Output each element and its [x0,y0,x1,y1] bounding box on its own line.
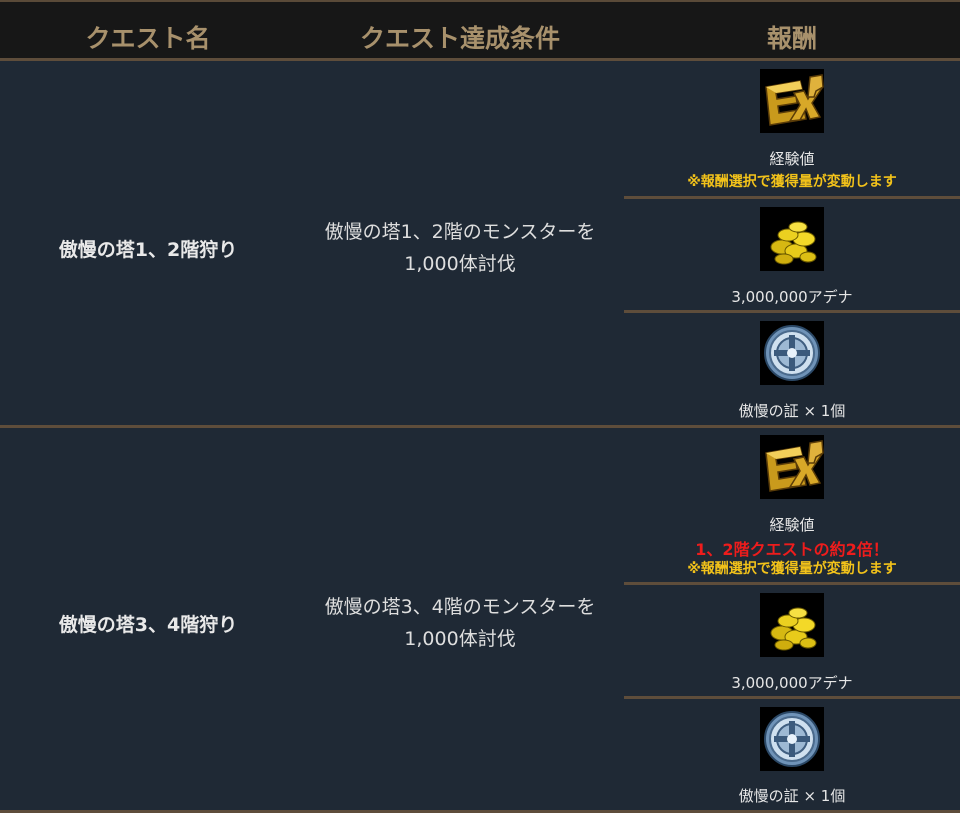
reward-label: 3,000,000アデナ [731,674,853,692]
header-quest-name: クエスト名 [85,24,211,53]
reward-label: 傲慢の証 × 1個 [738,402,846,420]
reward-bonus-note: 1、2階クエストの約2倍！ [695,540,889,559]
reward-label: 3,000,000アデナ [731,288,853,306]
reward-cell-proof: 傲慢の証 × 1個 [624,313,960,425]
header-reward: 報酬 [766,24,817,53]
reward-note: ※報酬選択で獲得量が変動します [687,174,897,190]
exp-icon [760,69,824,133]
quest-condition: 傲慢の塔1、2階のモンスターを 1,000体討伐 [296,216,624,280]
reward-label: 傲慢の証 × 1個 [738,787,846,805]
proof-of-arrogance-icon [760,321,824,385]
reward-cell-proof: 傲慢の証 × 1個 [624,699,960,810]
proof-of-arrogance-icon [760,707,824,771]
quest-condition-line: 1,000体討伐 [404,628,516,650]
quest-condition-line: 傲慢の塔1、2階のモンスターを [324,221,596,243]
header-quest-condition: クエスト達成条件 [359,24,560,53]
reward-label: 経験値 [769,150,815,168]
reward-cell-exp: 経験値 ※報酬選択で獲得量が変動します [624,61,960,196]
reward-cell-adena: 3,000,000アデナ [624,199,960,310]
adena-coins-icon [760,593,824,657]
adena-coins-icon [760,207,824,271]
quest-name: 傲慢の塔3、4階狩り [58,614,238,636]
quest-name: 傲慢の塔1、2階狩り [58,239,238,261]
reward-label: 経験値 [769,516,815,534]
reward-cell-exp: 経験値 1、2階クエストの約2倍！ ※報酬選択で獲得量が変動します [624,428,960,582]
reward-note: ※報酬選択で獲得量が変動します [687,561,897,577]
quest-reward-table: クエスト名 クエスト達成条件 報酬 傲慢の塔1、2階狩り 傲慢の塔1、2階のモン… [0,0,960,813]
quest-condition-line: 傲慢の塔3、4階のモンスターを [324,596,596,618]
quest-condition-line: 1,000体討伐 [404,253,516,275]
reward-cell-adena: 3,000,000アデナ [624,585,960,696]
quest-condition: 傲慢の塔3、4階のモンスターを 1,000体討伐 [296,591,624,655]
table-header: クエスト名 クエスト達成条件 報酬 [0,0,960,61]
exp-icon [760,435,824,499]
